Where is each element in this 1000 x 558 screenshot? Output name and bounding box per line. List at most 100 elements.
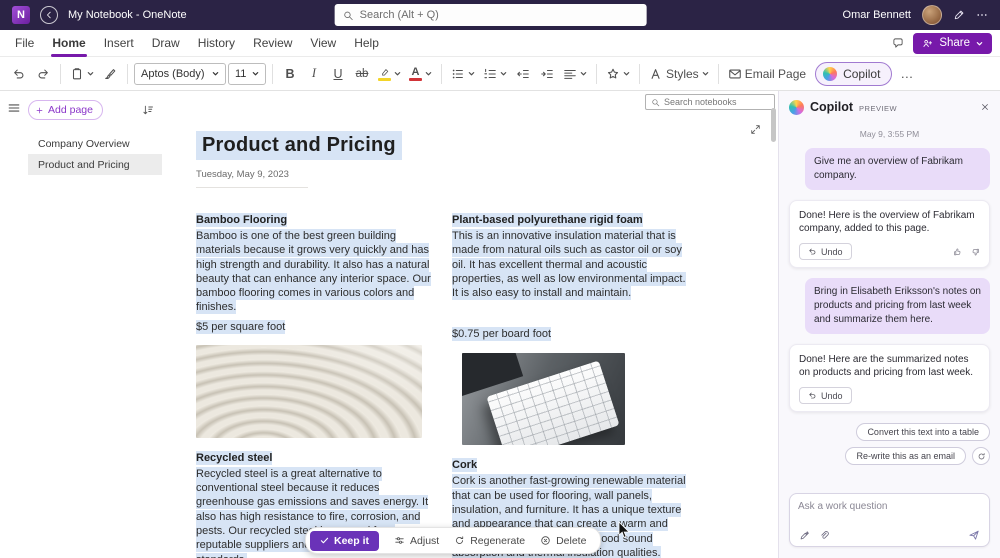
decrease-indent-button[interactable]	[512, 62, 534, 86]
sort-pages-button[interactable]	[142, 104, 154, 116]
copilot-button[interactable]: Copilot	[815, 61, 893, 86]
copilot-close-button[interactable]	[980, 102, 990, 112]
refresh-icon	[978, 452, 984, 460]
paste-button[interactable]	[67, 62, 97, 86]
attach-button[interactable]	[819, 530, 830, 541]
back-arrow-icon	[47, 11, 51, 19]
prompt-ideas-button[interactable]	[799, 530, 810, 541]
delete-label: Delete	[556, 534, 587, 547]
alignment-button[interactable]	[560, 62, 590, 86]
page-editor[interactable]: Product and Pricing Tuesday, May 9, 2023…	[196, 131, 696, 558]
regenerate-button[interactable]: Regenerate	[454, 535, 525, 547]
redo-icon	[38, 69, 48, 78]
expand-page-button[interactable]	[750, 124, 761, 135]
avatar[interactable]	[922, 5, 942, 25]
notebook-search-input[interactable]	[664, 97, 769, 107]
numbered-list-button[interactable]	[480, 62, 510, 86]
sort-icon	[143, 105, 153, 115]
increase-indent-button[interactable]	[536, 62, 558, 86]
add-page-button[interactable]: Add page	[28, 100, 103, 120]
format-painter-button[interactable]	[99, 62, 121, 86]
email-page-label: Email Page	[744, 66, 807, 81]
italic-button[interactable]: I	[303, 62, 325, 86]
highlighter-icon	[378, 67, 391, 81]
menu-file[interactable]: File	[6, 30, 43, 57]
underline-label: U	[333, 66, 343, 81]
highlight-button[interactable]	[375, 62, 404, 86]
copilot-header: Copilot PREVIEW	[779, 91, 1000, 123]
global-search-input[interactable]	[359, 9, 639, 21]
share-button[interactable]: Share	[913, 32, 992, 54]
copilot-panel: Copilot PREVIEW May 9, 3:55 PM Give me a…	[778, 91, 1000, 558]
assistant-message-text: Done! Here are the summarized notes on p…	[799, 353, 973, 379]
menu-home[interactable]: Home	[43, 30, 94, 57]
canvas-scrollbar[interactable]	[771, 108, 776, 142]
onenote-app-icon[interactable]: N	[12, 6, 30, 24]
copilot-title: Copilot	[810, 100, 854, 114]
font-color-button[interactable]: A	[406, 62, 435, 86]
regenerate-icon	[456, 536, 464, 544]
menu-insert[interactable]: Insert	[95, 30, 143, 57]
divider	[596, 63, 597, 84]
numbered-list-icon	[484, 68, 496, 78]
input-toolbar	[799, 529, 980, 541]
nav-rail	[0, 91, 28, 558]
bullet-list-button[interactable]	[448, 62, 478, 86]
copilot-input-box[interactable]	[789, 493, 990, 547]
undo-button[interactable]: Undo	[799, 243, 852, 261]
page-item-company-overview[interactable]: Company Overview	[28, 133, 162, 154]
chevron-down-icon	[500, 72, 507, 76]
refresh-suggestions-button[interactable]	[972, 447, 990, 466]
titlebar-more-button[interactable]	[976, 9, 988, 21]
back-button[interactable]	[40, 6, 58, 24]
undo-button[interactable]: Undo	[799, 387, 852, 405]
page-item-product-and-pricing[interactable]: Product and Pricing	[28, 154, 162, 175]
suggestion-chip-table[interactable]: Convert this text into a table	[856, 423, 990, 442]
font-size-select[interactable]: 11	[228, 62, 266, 85]
adjust-button[interactable]: Adjust	[394, 535, 439, 547]
menu-help[interactable]: Help	[345, 30, 388, 57]
rigid-foam-image[interactable]	[462, 353, 625, 446]
page-canvas[interactable]: Product and Pricing Tuesday, May 9, 2023…	[162, 91, 778, 558]
comments-button[interactable]	[892, 37, 904, 49]
ribbon-more-button[interactable]: …	[894, 66, 920, 81]
section-price: $5 per square foot	[196, 319, 286, 334]
check-icon	[320, 537, 329, 544]
font-name-select[interactable]: Aptos (Body)	[134, 62, 226, 85]
mouse-cursor	[618, 521, 630, 538]
styles-button[interactable]: Styles	[646, 62, 712, 86]
user-message: Give me an overview of Fabrikam company.	[805, 148, 990, 190]
section-heading: Bamboo Flooring	[196, 213, 288, 227]
copilot-input[interactable]	[798, 501, 981, 522]
keep-it-button[interactable]: Keep it	[310, 530, 380, 551]
redo-button[interactable]	[32, 62, 54, 86]
email-page-button[interactable]: Email Page	[725, 62, 809, 86]
styles-gallery-button[interactable]	[603, 62, 633, 86]
notebook-search[interactable]	[645, 94, 775, 110]
send-button[interactable]	[968, 529, 980, 541]
window-title: My Notebook - OneNote	[68, 9, 187, 21]
menu-history[interactable]: History	[189, 30, 244, 57]
undo-button[interactable]	[8, 62, 30, 86]
titlebar-right: Omar Bennett	[843, 5, 988, 25]
edit-button[interactable]	[953, 9, 965, 21]
main-area: Add page Company Overview Product and Pr…	[0, 91, 1000, 558]
underline-button[interactable]: U	[327, 62, 349, 86]
menu-review[interactable]: Review	[244, 30, 301, 57]
divider	[272, 63, 273, 84]
bold-button[interactable]: B	[279, 62, 301, 86]
divider	[60, 63, 61, 84]
global-search[interactable]	[334, 4, 647, 26]
thumbs-down-button[interactable]	[970, 247, 980, 257]
suggestion-chip-email[interactable]: Re-write this as an email	[845, 447, 966, 466]
chevron-down-icon	[468, 72, 475, 76]
menu-view[interactable]: View	[301, 30, 345, 57]
strikethrough-button[interactable]: ab	[351, 62, 373, 86]
thumbs-up-button[interactable]	[953, 247, 963, 257]
more-dots-icon	[977, 14, 987, 16]
delete-button[interactable]: Delete	[540, 535, 586, 547]
styles-a-icon	[651, 68, 660, 79]
notebooks-menu-button[interactable]	[7, 101, 21, 115]
menu-draw[interactable]: Draw	[143, 30, 189, 57]
bamboo-flooring-image[interactable]	[196, 344, 422, 438]
